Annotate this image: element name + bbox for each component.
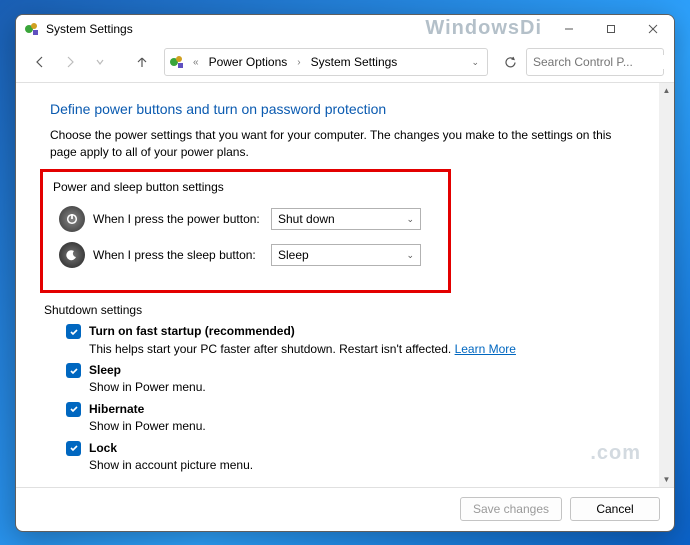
breadcrumb-item-1[interactable]: System Settings — [309, 53, 400, 71]
watermark-top: WindowsDi — [425, 17, 542, 40]
sleep-button-select[interactable]: Sleep ⌄ — [271, 244, 421, 266]
recent-dropdown[interactable] — [86, 48, 114, 76]
page-title: Define power buttons and turn on passwor… — [50, 101, 641, 117]
chevron-right-icon: › — [293, 57, 304, 68]
search-input[interactable] — [533, 55, 675, 69]
lock-sub: Show in account picture menu. — [89, 458, 253, 472]
up-button[interactable] — [128, 48, 156, 76]
app-icon — [24, 21, 40, 37]
lock-title: Lock — [89, 441, 117, 455]
shutdown-settings-label: Shutdown settings — [44, 303, 641, 317]
sleep-row: Sleep Show in Power menu. — [66, 362, 641, 397]
content-area: Define power buttons and turn on passwor… — [16, 83, 659, 487]
breadcrumb-dropdown[interactable]: ⌄ — [467, 57, 483, 68]
breadcrumb-icon — [169, 54, 185, 70]
breadcrumb-item-0[interactable]: Power Options — [207, 53, 290, 71]
minimize-button[interactable] — [548, 15, 590, 43]
breadcrumb[interactable]: « Power Options › System Settings ⌄ — [164, 48, 488, 76]
power-button-select[interactable]: Shut down ⌄ — [271, 208, 421, 230]
save-changes-button[interactable]: Save changes — [460, 497, 562, 521]
sleep-checkbox[interactable] — [66, 363, 81, 378]
scroll-track[interactable] — [659, 98, 674, 472]
sleep-title: Sleep — [89, 363, 121, 377]
power-button-label: When I press the power button: — [93, 212, 263, 226]
group-label: Power and sleep button settings — [53, 180, 438, 194]
refresh-button[interactable] — [496, 48, 524, 76]
power-button-row: When I press the power button: Shut down… — [59, 206, 438, 232]
hibernate-title: Hibernate — [89, 402, 144, 416]
power-button-value: Shut down — [278, 212, 335, 226]
scroll-down-icon[interactable]: ▼ — [659, 472, 674, 487]
back-button[interactable] — [26, 48, 54, 76]
breadcrumb-prefix: « — [189, 57, 203, 68]
hibernate-sub: Show in Power menu. — [89, 419, 206, 433]
chevron-down-icon: ⌄ — [406, 214, 414, 225]
page-description: Choose the power settings that you want … — [50, 127, 641, 162]
maximize-button[interactable] — [590, 15, 632, 43]
sleep-button-value: Sleep — [278, 248, 309, 262]
titlebar: System Settings WindowsDi — [16, 15, 674, 43]
scroll-up-icon[interactable]: ▲ — [659, 83, 674, 98]
toolbar: « Power Options › System Settings ⌄ — [16, 43, 674, 83]
power-button-settings-group: Power and sleep button settings When I p… — [40, 169, 451, 293]
lock-checkbox[interactable] — [66, 441, 81, 456]
hibernate-checkbox[interactable] — [66, 402, 81, 417]
cancel-button[interactable]: Cancel — [570, 497, 660, 521]
fast-startup-row: Turn on fast startup (recommended) This … — [66, 323, 641, 358]
sleep-icon — [59, 242, 85, 268]
sleep-sub: Show in Power menu. — [89, 380, 206, 394]
fast-startup-checkbox[interactable] — [66, 324, 81, 339]
lock-row: Lock Show in account picture menu. — [66, 440, 641, 475]
fast-startup-title: Turn on fast startup (recommended) — [89, 324, 295, 338]
window-title: System Settings — [46, 22, 133, 36]
sleep-button-row: When I press the sleep button: Sleep ⌄ — [59, 242, 438, 268]
footer: Save changes Cancel — [16, 487, 674, 531]
chevron-down-icon: ⌄ — [406, 250, 414, 261]
learn-more-link[interactable]: Learn More — [455, 342, 516, 356]
close-button[interactable] — [632, 15, 674, 43]
window: System Settings WindowsDi « Power Option… — [15, 14, 675, 532]
fast-startup-sub: This helps start your PC faster after sh… — [89, 342, 455, 356]
hibernate-row: Hibernate Show in Power menu. — [66, 401, 641, 436]
sleep-button-label: When I press the sleep button: — [93, 248, 263, 262]
power-icon — [59, 206, 85, 232]
forward-button[interactable] — [56, 48, 84, 76]
vertical-scrollbar[interactable]: ▲ ▼ — [659, 83, 674, 487]
search-box[interactable] — [526, 48, 664, 76]
